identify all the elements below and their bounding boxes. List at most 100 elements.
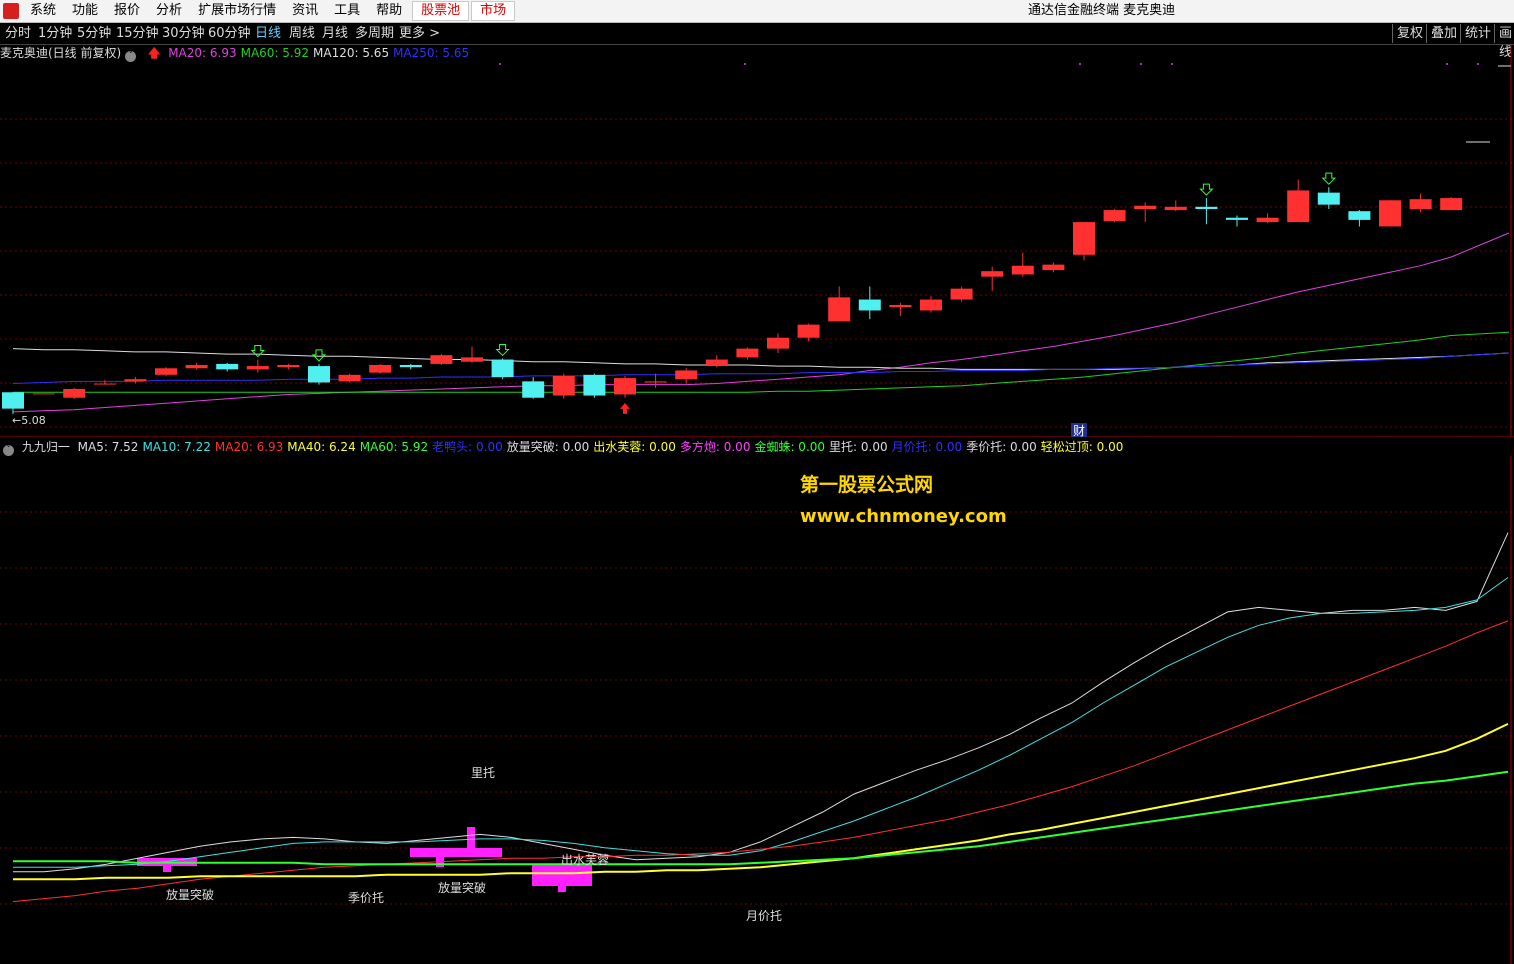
- candle-body: [1226, 217, 1248, 220]
- period-tab-5[interactable]: 60分钟: [208, 23, 251, 44]
- candle-body: [369, 365, 392, 373]
- menu-item-6[interactable]: 工具: [326, 0, 368, 22]
- candle-body: [1348, 211, 1371, 220]
- candle-body: [797, 324, 820, 338]
- candle-body: [767, 337, 789, 349]
- indicator-legend-item-13: 轻松过顶: 0.00: [1040, 440, 1124, 454]
- candle-body: [63, 389, 86, 398]
- indicator-legend-item-8: 多方炮: 0.00: [679, 440, 751, 454]
- annotation-yue_jia_tuo: 月价托: [746, 909, 782, 923]
- period-tab-3[interactable]: 15分钟: [116, 23, 159, 44]
- candle-body: [246, 366, 269, 370]
- indicator-legend-item-12: 季价托: 0.00: [966, 440, 1037, 454]
- candle-body: [1134, 205, 1157, 209]
- sell-signal-arrow-icon: [250, 345, 266, 358]
- candle-body: [1440, 198, 1463, 211]
- candlestick-chart[interactable]: ←5.08 财: [0, 45, 1514, 437]
- indicator-legend-item-6: 放量突破: 0.00: [506, 440, 590, 454]
- candle-body: [1042, 264, 1065, 271]
- candle-body: [1379, 200, 1401, 227]
- candle-body: [277, 365, 300, 368]
- candle-body: [1073, 222, 1095, 255]
- period-tab-9[interactable]: 多周期: [355, 23, 394, 44]
- indicator-collapse-icon[interactable]: ˅: [3, 445, 14, 456]
- candle-body: [858, 299, 881, 311]
- marker-dot: [1446, 63, 1448, 65]
- indicator-legend-item-0: MA5: 7.52: [77, 440, 139, 454]
- candle-body: [920, 299, 942, 311]
- candle-body: [93, 383, 116, 385]
- app-logo-icon: [3, 3, 19, 19]
- menu-item-7[interactable]: 帮助: [368, 0, 410, 22]
- annotation-li_tuo: 里托: [471, 766, 495, 780]
- candle-body: [2, 392, 24, 409]
- candle-body: [950, 288, 973, 300]
- period-tab-0[interactable]: 分时: [5, 23, 31, 44]
- candle-body: [338, 374, 361, 382]
- main-menu: 系统 功能 报价 分析 扩展市场行情 资讯 工具 帮助 股票池 市场: [22, 0, 516, 22]
- toolbar-button-0[interactable]: 复权: [1392, 24, 1427, 43]
- annotation-fangliang_1: 放量突破: [166, 887, 214, 902]
- signal-bar: [467, 827, 475, 857]
- menu-item-2[interactable]: 报价: [106, 0, 148, 22]
- indicator-legend-item-3: MA40: 6.24: [287, 440, 356, 454]
- menu-bar: 系统 功能 报价 分析 扩展市场行情 资讯 工具 帮助 股票池 市场 通达信金融终端 麦克奥迪: [0, 0, 1514, 23]
- menu-item-4[interactable]: 扩展市场行情: [190, 0, 284, 22]
- menu-item-5[interactable]: 资讯: [284, 0, 326, 22]
- candle-body: [1317, 192, 1340, 205]
- period-tab-10[interactable]: 更多 >: [399, 23, 440, 44]
- indicator-line-ma5: [13, 532, 1509, 873]
- menu-item-1[interactable]: 功能: [64, 0, 106, 22]
- annotation-ji_jia_tuo: 季价托: [348, 891, 384, 905]
- finance-badge-label: 财: [1073, 424, 1085, 437]
- annotation-fangliang_2: 放量突破: [438, 880, 486, 895]
- sell-signal-arrow-icon: [1321, 172, 1337, 185]
- menu-red-item-0[interactable]: 股票池: [412, 1, 470, 21]
- candle-body: [1256, 217, 1279, 223]
- menu-item-3[interactable]: 分析: [148, 0, 190, 22]
- watermark-url: www.chnmoney.com: [800, 506, 1007, 527]
- indicator-legend-item-7: 出水芙蓉: 0.00: [593, 440, 676, 454]
- period-tab-6[interactable]: 日线: [255, 23, 281, 44]
- period-tab-7[interactable]: 周线: [289, 23, 315, 44]
- period-tab-8[interactable]: 月线: [322, 23, 348, 44]
- candle-body: [1164, 206, 1187, 211]
- candle-body: [399, 365, 422, 368]
- indicator-legend-item-9: 金蜘蛛: 0.00: [754, 440, 826, 454]
- menu-item-0[interactable]: 系统: [22, 0, 64, 22]
- indicator-title[interactable]: 九九归一: [22, 440, 70, 454]
- period-toolbar: 分时 1分钟 5分钟 15分钟 30分钟 60分钟 日线 周线 月线 多周期 更多 > 复权 叠加 统计画…: [0, 23, 1514, 60]
- indicator-line-ma10: [13, 577, 1509, 868]
- period-tab-2[interactable]: 5分钟: [77, 23, 111, 44]
- menu-red-item-1[interactable]: 市场: [471, 1, 516, 21]
- marker-dot: [1140, 63, 1142, 65]
- indicator-legend-item-10: 里托: 0.00: [829, 440, 888, 454]
- toolbar-button-1[interactable]: 叠加: [1426, 24, 1461, 43]
- indicator-legend-item-1: MA10: 7.22: [142, 440, 211, 454]
- candle-body: [216, 363, 239, 370]
- sub-chart-legend: ˅ 九九归一 MA5: 7.52 MA10: 7.22 MA20: 6.93 MA40…: [0, 439, 1131, 456]
- toolbar-button-3[interactable]: 画线: [1494, 24, 1514, 60]
- period-tab-1[interactable]: 1分钟: [38, 23, 72, 44]
- sell-signal-arrow-icon: [495, 343, 510, 357]
- candle-body: [461, 357, 483, 362]
- toolbar-button-2[interactable]: 统计: [1460, 24, 1495, 43]
- indicator-chart[interactable]: 里托放量突破 季价托放量突破出水芙蓉月价托: [0, 456, 1514, 964]
- marker-dot: [499, 63, 501, 65]
- marker-dot: [744, 63, 746, 65]
- candle-body: [583, 374, 606, 396]
- period-tab-4[interactable]: 30分钟: [162, 23, 205, 44]
- sell-signal-arrow-icon: [1199, 183, 1214, 196]
- candle-body: [430, 355, 453, 364]
- candle-body: [614, 378, 636, 395]
- candle-body: [1195, 206, 1218, 209]
- sell-signal-arrow-icon: [311, 349, 327, 362]
- signal-bar: [163, 858, 171, 872]
- candle-body: [491, 359, 514, 377]
- annotation-chushui: 出水芙蓉: [561, 853, 609, 867]
- candle-body: [155, 368, 177, 375]
- indicator-values: MA5: 7.52 MA10: 7.22 MA20: 6.93 MA40: 6.24 M…: [78, 440, 1128, 454]
- indicator-line-ma20: [12, 620, 1509, 903]
- indicator-legend-item-4: MA60: 5.92: [359, 440, 429, 454]
- candle-body: [552, 375, 575, 396]
